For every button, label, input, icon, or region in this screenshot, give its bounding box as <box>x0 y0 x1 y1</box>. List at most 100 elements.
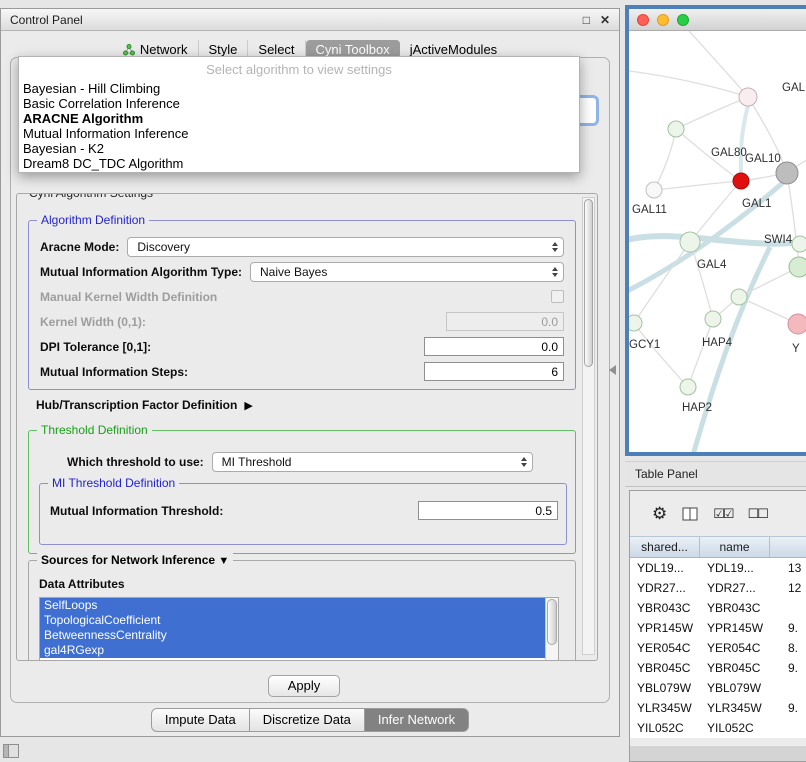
aracne-mode-dropdown[interactable]: Discovery <box>127 237 564 257</box>
attribute-item-selected[interactable]: SelfLoops <box>40 598 545 613</box>
attribute-item-selected[interactable]: gal4RGexp <box>40 643 545 658</box>
close-traffic-light[interactable] <box>637 14 649 26</box>
table-cell: YER054C <box>700 638 770 658</box>
hub-definition-section-toggle[interactable]: Hub/Transcription Factor Definition ▶ <box>36 398 253 412</box>
minimize-traffic-light[interactable] <box>657 14 669 26</box>
network-node-gray[interactable] <box>776 162 798 184</box>
data-attributes-list: SelfLoops TopologicalCoefficient Between… <box>39 597 559 661</box>
dpi-tolerance-input[interactable] <box>424 337 564 356</box>
mi-threshold-label: Mutual Information Threshold: <box>50 504 223 518</box>
gear-icon[interactable]: ⚙ <box>652 504 667 524</box>
column-header-shared-name[interactable]: shared... <box>630 537 700 557</box>
table-row[interactable]: YER054CYER054C8. <box>630 638 806 658</box>
sources-group-title[interactable]: Sources for Network Inference ▼ <box>37 553 233 567</box>
network-node[interactable] <box>680 232 700 252</box>
network-node-pink[interactable] <box>788 314 806 334</box>
attribute-item-selected[interactable]: BetweennessCentrality <box>40 628 545 643</box>
table-cell: 12 <box>770 578 806 598</box>
network-window-titlebar[interactable] <box>629 9 806 31</box>
network-node-selected-red[interactable] <box>733 173 749 189</box>
table-row[interactable]: YBR045CYBR045C9. <box>630 658 806 678</box>
network-tab-icon <box>123 44 135 56</box>
tab-label: Cyni Toolbox <box>316 42 390 57</box>
dropdown-option[interactable]: Bayesian - Hill Climbing <box>19 81 579 96</box>
table-row[interactable]: YBL079WYBL079W <box>630 678 806 698</box>
network-node[interactable] <box>789 257 806 277</box>
kernel-width-label: Kernel Width (0,1): <box>40 315 146 329</box>
dropdown-option-selected[interactable]: ARACNE Algorithm <box>19 111 579 126</box>
network-node[interactable] <box>731 289 747 305</box>
table-cell: YBL079W <box>630 678 700 698</box>
table-footer-strip <box>630 745 806 761</box>
dropdown-option[interactable]: Basic Correlation Inference <box>19 96 579 111</box>
mi-threshold-row: Mutual Information Threshold: <box>40 498 566 523</box>
table-cell: 9. <box>770 618 806 638</box>
zoom-traffic-light[interactable] <box>677 14 689 26</box>
manual-kernel-width-checkbox[interactable] <box>551 290 564 303</box>
table-panel-header: Table Panel <box>625 461 806 487</box>
column-header-name[interactable]: name <box>700 537 770 557</box>
settings-scrollbar-thumb[interactable] <box>584 199 593 367</box>
table-row[interactable]: YLR345WYLR345W9. <box>630 698 806 718</box>
table-row[interactable]: YPR145WYPR145W9. <box>630 618 806 638</box>
column-header-extra[interactable] <box>770 537 806 557</box>
settings-scrollbar[interactable] <box>582 197 595 655</box>
network-canvas[interactable]: GAL GAL80 GAL10 GAL11 GAL1 SWI4 GAL4 GCY… <box>629 31 806 452</box>
node-label: SWI4 <box>764 234 793 246</box>
mi-threshold-input[interactable] <box>418 501 558 520</box>
table-cell: 9. <box>770 698 806 718</box>
dropdown-value: Discovery <box>137 240 190 254</box>
desktop: Control Panel □ ✕ Network Style Select <box>0 0 806 762</box>
close-window-icon[interactable]: ✕ <box>600 14 610 26</box>
network-node[interactable] <box>739 88 757 106</box>
network-node[interactable] <box>680 379 696 395</box>
table-cell: YBR043C <box>700 598 770 618</box>
which-threshold-label: Which threshold to use: <box>67 455 204 469</box>
table-cell: YBR043C <box>630 598 700 618</box>
mi-steps-input[interactable] <box>424 362 564 381</box>
mi-algorithm-type-label: Mutual Information Algorithm Type: <box>40 265 242 279</box>
table-cell: YLR345W <box>700 698 770 718</box>
network-node[interactable] <box>705 311 721 327</box>
dpi-tolerance-row: DPI Tolerance [0,1]: <box>29 334 575 359</box>
floating-panel-icon[interactable] <box>3 744 19 758</box>
tab-impute-data[interactable]: Impute Data <box>151 708 250 732</box>
tab-infer-network[interactable]: Infer Network <box>365 708 469 732</box>
table-row[interactable]: YBR043CYBR043C <box>630 598 806 618</box>
list-scrollbar-thumb[interactable] <box>547 599 557 645</box>
dropdown-option[interactable]: Dream8 DC_TDC Algorithm <box>19 156 579 171</box>
list-scrollbar[interactable] <box>545 598 558 661</box>
dropdown-option[interactable]: Mutual Information Inference <box>19 126 579 141</box>
network-node[interactable] <box>646 182 662 198</box>
table-cell: 8. <box>770 638 806 658</box>
dropdown-option[interactable]: Bayesian - K2 <box>19 141 579 156</box>
columns-icon[interactable] <box>682 507 698 521</box>
node-label: GAL11 <box>632 204 667 216</box>
network-node[interactable] <box>629 315 642 331</box>
expand-arrow-icon: ▶ <box>244 399 252 412</box>
mi-algorithm-type-dropdown[interactable]: Naive Bayes <box>250 262 564 282</box>
apply-button[interactable]: Apply <box>268 675 340 697</box>
tab-discretize-data[interactable]: Discretize Data <box>250 708 365 732</box>
panel-collapse-arrow-icon[interactable] <box>609 365 616 375</box>
node-label: HAP2 <box>682 402 712 414</box>
select-columns-icon[interactable]: ☑☑ <box>713 506 732 522</box>
table-cell: YBL079W <box>700 678 770 698</box>
network-node[interactable] <box>792 236 806 252</box>
table-cell: YLR345W <box>630 698 700 718</box>
table-cell: YPR145W <box>700 618 770 638</box>
threshold-type-dropdown[interactable]: MI Threshold <box>212 452 533 472</box>
table-row[interactable]: YIL052CYIL052C <box>630 718 806 738</box>
network-node[interactable] <box>668 121 684 137</box>
table-row[interactable]: YDR27...YDR27...12 <box>630 578 806 598</box>
hub-definition-label: Hub/Transcription Factor Definition <box>36 398 237 412</box>
deselect-columns-icon[interactable]: ☐☐ <box>748 506 767 522</box>
table-body: YDL19...YDL19...13 YDR27...YDR27...12 YB… <box>630 558 806 738</box>
which-threshold-row: Which threshold to use: MI Threshold <box>29 449 575 474</box>
control-panel-titlebar[interactable]: Control Panel □ ✕ <box>1 9 619 31</box>
table-cell: YBR045C <box>630 658 700 678</box>
manual-kernel-row: Manual Kernel Width Definition <box>29 284 575 309</box>
attribute-item-selected[interactable]: TopologicalCoefficient <box>40 613 545 628</box>
float-window-icon[interactable]: □ <box>583 14 590 26</box>
table-row[interactable]: YDL19...YDL19...13 <box>630 558 806 578</box>
